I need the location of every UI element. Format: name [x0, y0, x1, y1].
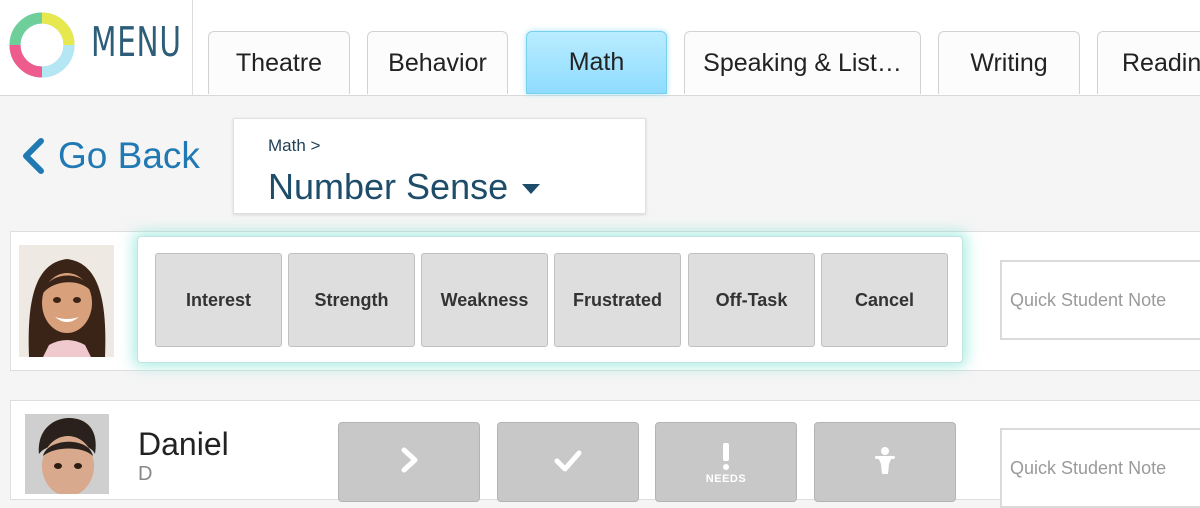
- tag-popup: Interest Strength Weakness Frustrated Of…: [137, 236, 963, 363]
- needs-button[interactable]: NEEDS: [655, 422, 797, 502]
- weakness-button[interactable]: Weakness: [421, 253, 548, 347]
- tab-writing[interactable]: Writing: [938, 31, 1080, 94]
- next-button[interactable]: [338, 422, 480, 502]
- cancel-button[interactable]: Cancel: [821, 253, 948, 347]
- frustrated-button[interactable]: Frustrated: [554, 253, 681, 347]
- chevron-left-icon: [23, 138, 44, 174]
- girl-avatar-icon: [19, 245, 114, 357]
- tab-reading[interactable]: Readin: [1097, 31, 1200, 94]
- tab-behavior[interactable]: Behavior: [367, 31, 508, 94]
- person-icon: [875, 447, 895, 474]
- topic-dropdown[interactable]: Number Sense: [268, 166, 541, 208]
- quick-note-input[interactable]: Quick Student Note: [1000, 428, 1200, 508]
- student-photo[interactable]: [25, 414, 109, 494]
- go-back-link[interactable]: Go Back: [20, 135, 200, 177]
- student-photo[interactable]: [19, 245, 114, 357]
- exclamation-icon: [723, 443, 729, 470]
- topic-title: Number Sense: [268, 166, 509, 207]
- quick-note-input[interactable]: Quick Student Note: [1000, 260, 1200, 340]
- person-button[interactable]: [814, 422, 956, 502]
- caret-down-icon: [522, 184, 541, 194]
- subject-tabs: Theatre Behavior Math Speaking & List… W…: [0, 0, 1200, 95]
- breadcrumb-parent[interactable]: Math >: [268, 136, 320, 156]
- boy-avatar-icon: [25, 414, 109, 494]
- check-button[interactable]: [497, 422, 639, 502]
- student-name[interactable]: Daniel: [138, 426, 229, 463]
- topic-selector[interactable]: Math > Number Sense: [233, 118, 646, 214]
- go-back-label: Go Back: [58, 135, 200, 176]
- interest-button[interactable]: Interest: [155, 253, 282, 347]
- strength-button[interactable]: Strength: [288, 253, 415, 347]
- chevron-right-icon: [401, 447, 418, 473]
- tab-math[interactable]: Math: [526, 31, 667, 94]
- tab-speaking-listening[interactable]: Speaking & List…: [684, 31, 921, 94]
- check-icon: [554, 450, 582, 472]
- needs-label: NEEDS: [705, 473, 747, 485]
- off-task-button[interactable]: Off-Task: [688, 253, 815, 347]
- tab-theatre[interactable]: Theatre: [208, 31, 350, 94]
